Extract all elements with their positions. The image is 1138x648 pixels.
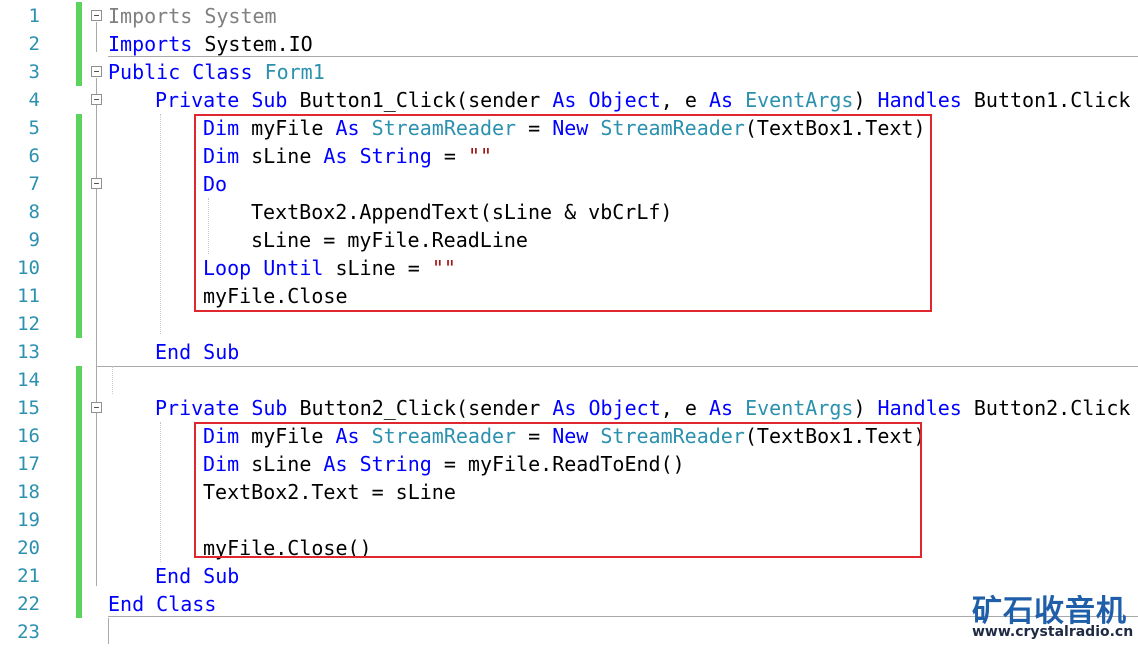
code-token: Private (155, 88, 240, 112)
code-token: System.IO (192, 32, 313, 56)
code-token: End (155, 564, 192, 588)
code-token: Sub (203, 340, 240, 364)
indent-guide (160, 114, 161, 334)
line-number: 4 (28, 89, 40, 111)
indent-guide (160, 422, 161, 562)
line-number: 15 (17, 397, 40, 419)
code-token: Sub (251, 396, 288, 420)
code-line[interactable]: Private Sub Button1_Click(sender As Obje… (155, 86, 1130, 114)
code-token: As (708, 396, 734, 420)
line-number: 1 (28, 5, 40, 27)
watermark-url: www.crystalradio.cn (972, 624, 1134, 640)
code-token: ) (853, 396, 878, 420)
code-token: Imports (108, 32, 193, 56)
code-token: Handles (877, 396, 962, 420)
code-token: Public (108, 60, 181, 84)
line-number: 5 (28, 117, 40, 139)
line-number-gutter: 1 2 3 4 5 6 7 8 9 10 11 12 13 14 15 16 17 18 19 20 21 22 23 (0, 0, 70, 648)
line-number: 18 (17, 481, 40, 503)
highlight-box-button2 (194, 422, 922, 558)
line-number: 3 (28, 61, 40, 83)
code-token: Button1.Click (961, 88, 1131, 112)
indent-guide (112, 366, 113, 394)
line-number: 20 (17, 537, 40, 559)
line-number: 13 (17, 341, 40, 363)
collapse-icon[interactable] (91, 402, 102, 413)
code-token: Private (155, 396, 240, 420)
separator-line (96, 366, 1138, 367)
code-token: Class (156, 592, 217, 616)
line-number: 23 (17, 621, 40, 643)
outline-line (96, 22, 97, 52)
line-number: 10 (17, 257, 40, 279)
line-number: 21 (17, 565, 40, 587)
line-number: 11 (17, 285, 40, 307)
code-token: Sub (203, 564, 240, 588)
collapse-icon[interactable] (91, 10, 102, 21)
line-number: 16 (17, 425, 40, 447)
code-token: Imports (108, 4, 193, 28)
code-token: Button2.Click (961, 396, 1131, 420)
code-line[interactable]: Imports System.IO (108, 30, 313, 58)
line-number: 7 (28, 173, 40, 195)
highlight-box-button1 (194, 114, 932, 312)
outline-line (96, 78, 97, 586)
change-bar (76, 2, 82, 86)
line-number: 9 (28, 229, 40, 251)
code-line[interactable]: Imports System (108, 2, 277, 30)
code-editor[interactable]: 1 2 3 4 5 6 7 8 9 10 11 12 13 14 15 16 17 18 19 20 21 22 23 Im… (0, 0, 1138, 648)
collapse-icon[interactable] (91, 66, 102, 77)
code-token: Class (192, 60, 253, 84)
line-number: 12 (17, 313, 40, 335)
code-token: , e (660, 396, 709, 420)
collapse-icon[interactable] (91, 94, 102, 105)
code-token: Object (588, 396, 661, 420)
code-token: , e (660, 88, 709, 112)
code-token: As (552, 88, 577, 112)
line-number: 14 (17, 369, 40, 391)
code-token: As (552, 396, 577, 420)
code-token: End (108, 592, 145, 616)
line-number: 22 (17, 593, 40, 615)
code-token: EventArgs (745, 396, 854, 420)
line-number: 8 (28, 201, 40, 223)
code-token: Handles (877, 88, 962, 112)
code-line[interactable]: Private Sub Button2_Click(sender As Obje… (155, 394, 1130, 422)
code-token: Sub (251, 88, 288, 112)
code-token: End (155, 340, 192, 364)
outline-line (108, 618, 109, 644)
code-token: As (708, 88, 734, 112)
code-token: Button1_Click(sender (287, 88, 553, 112)
code-line[interactable]: End Sub (155, 338, 239, 366)
code-line[interactable]: Public Class Form1 (108, 58, 325, 86)
code-token: EventArgs (745, 88, 854, 112)
line-number: 19 (17, 509, 40, 531)
code-token: ) (853, 88, 878, 112)
line-number: 17 (17, 453, 40, 475)
change-bar (76, 114, 82, 338)
code-token: Button2_Click(sender (287, 396, 553, 420)
line-number: 6 (28, 145, 40, 167)
collapse-icon[interactable] (91, 178, 102, 189)
code-line[interactable]: End Sub (155, 562, 239, 590)
line-number: 2 (28, 33, 40, 55)
code-token: Form1 (264, 60, 325, 84)
code-line[interactable]: End Class (108, 590, 216, 618)
code-token: System (192, 4, 277, 28)
change-bar (76, 366, 82, 618)
code-token: Object (588, 88, 661, 112)
